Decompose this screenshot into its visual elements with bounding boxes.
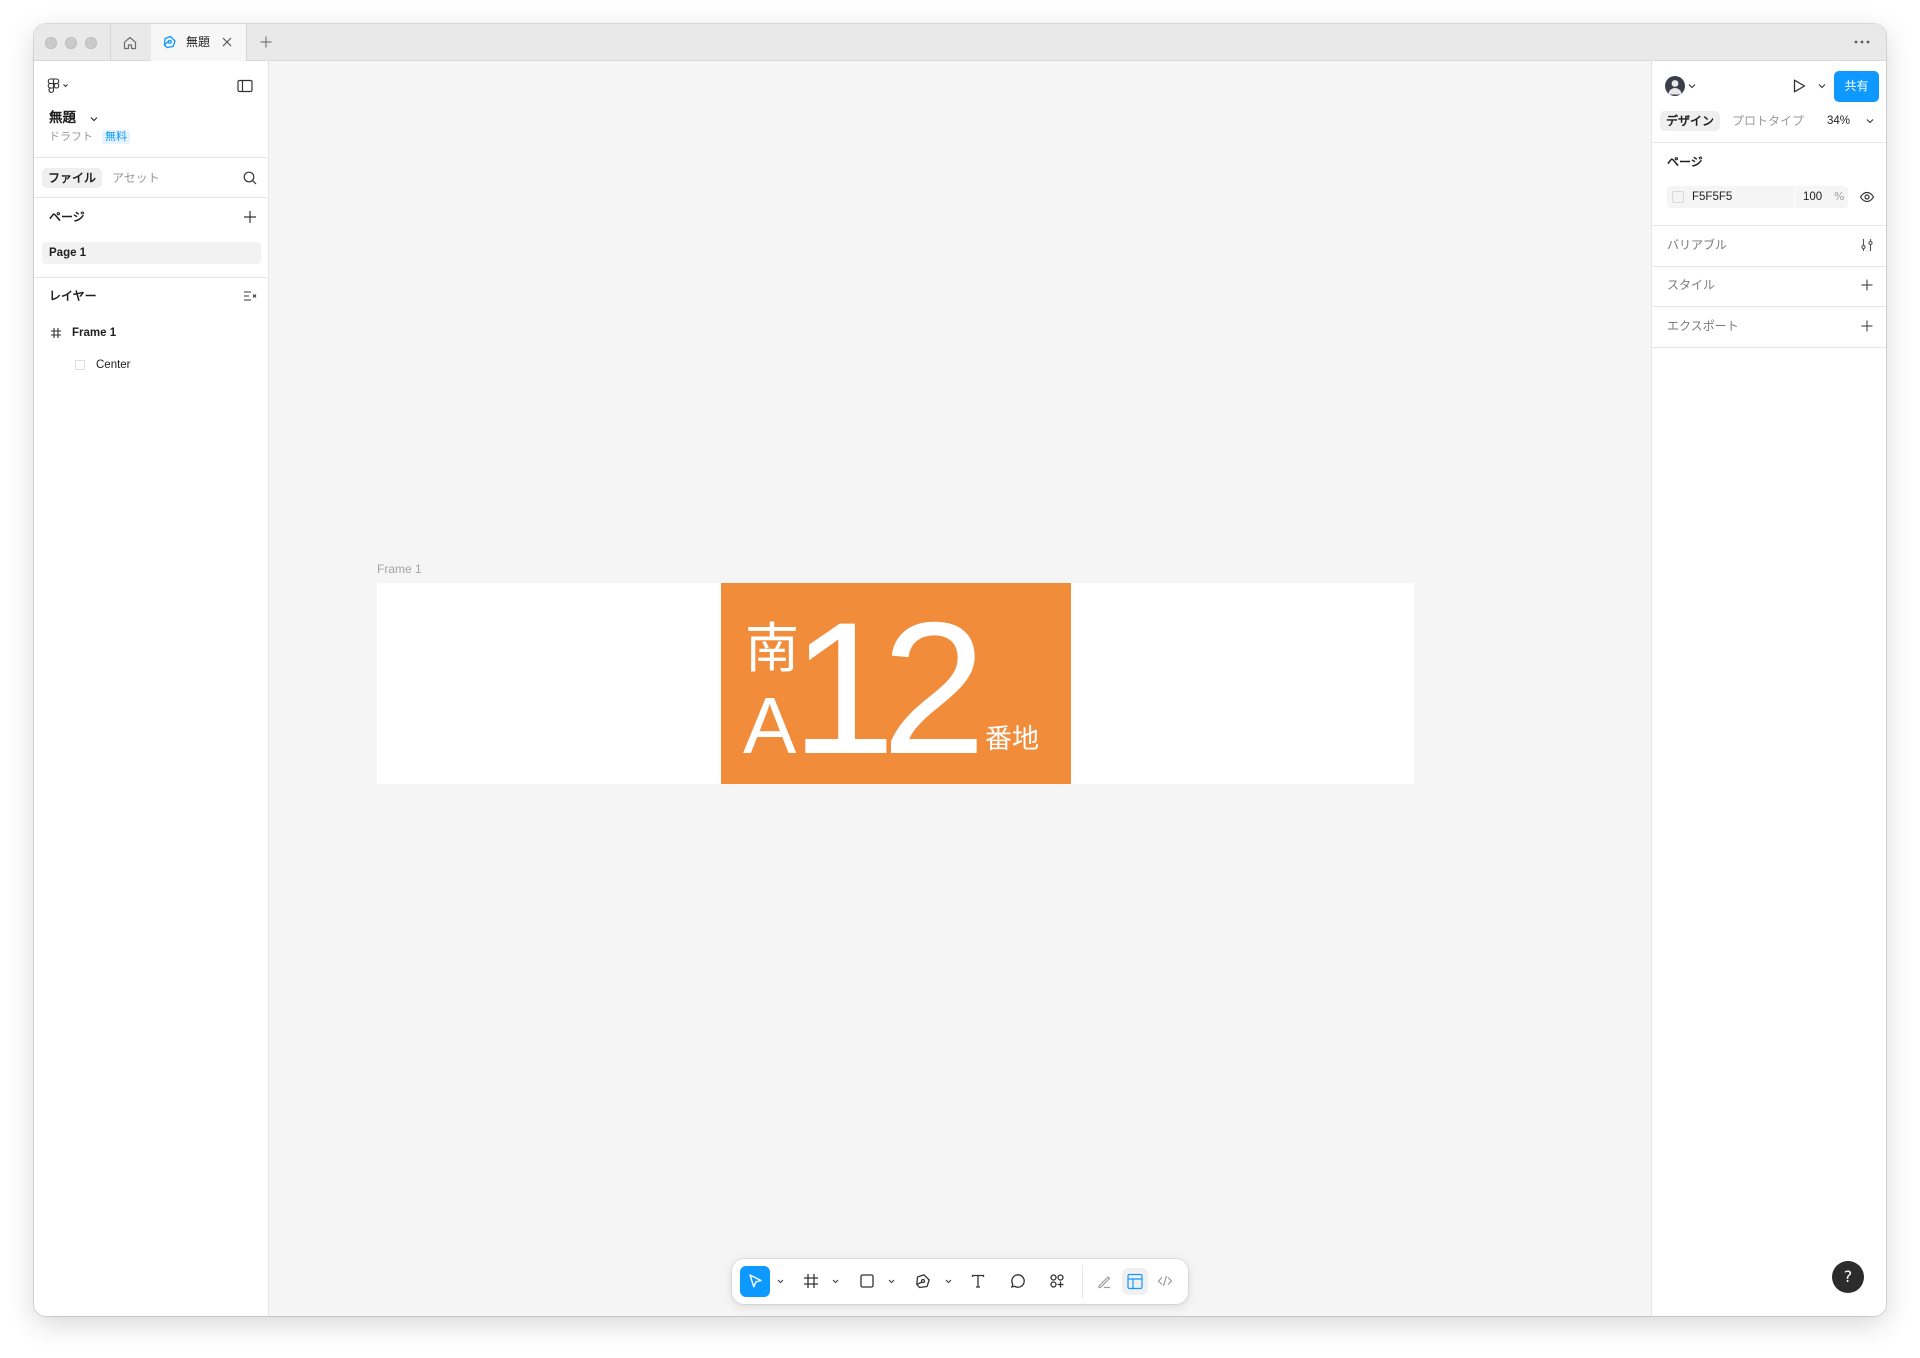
rectangle-icon xyxy=(75,360,85,370)
chevron-down-icon[interactable] xyxy=(1688,83,1696,89)
page-item[interactable]: Page 1 xyxy=(42,242,261,264)
figma-logo-icon xyxy=(47,78,68,93)
fill-swatch[interactable] xyxy=(1672,191,1684,203)
variables-icon[interactable] xyxy=(1859,237,1875,253)
tab-prototype[interactable]: プロトタイプ xyxy=(1726,111,1810,131)
play-icon[interactable] xyxy=(1791,78,1807,94)
file-tab[interactable]: 無題 xyxy=(151,24,247,61)
chevron-down-icon[interactable] xyxy=(1818,83,1826,89)
divider xyxy=(1652,142,1886,143)
tab-design[interactable]: デザイン xyxy=(1660,111,1721,131)
tab-file[interactable]: ファイル xyxy=(42,168,103,188)
frame-tool-icon[interactable] xyxy=(803,1273,819,1289)
right-sidebar: 共有 デザイン プロトタイプ 34% ページ F5F5F5 100 % バリアブ… xyxy=(1651,61,1886,1316)
add-page-button[interactable] xyxy=(242,209,258,225)
plus-icon xyxy=(1861,279,1873,291)
frame-icon xyxy=(50,327,62,339)
opacity-unit: % xyxy=(1834,190,1845,203)
chevron-down-icon[interactable] xyxy=(888,1279,895,1284)
sign-bottom-char: A xyxy=(743,681,797,770)
figma-file-icon xyxy=(163,35,177,49)
more-icon[interactable] xyxy=(1852,37,1872,47)
title-bar: 無題 xyxy=(34,24,1886,61)
divider xyxy=(1652,266,1886,267)
close-window-button[interactable] xyxy=(45,37,57,49)
search-icon[interactable] xyxy=(242,170,258,186)
file-name[interactable]: 無題 xyxy=(49,110,76,126)
plus-icon[interactable] xyxy=(259,35,273,49)
design-mode-icon xyxy=(1127,1273,1143,1290)
app-window: 無題 無題 ドラフト 無料 ファイル アセット ページ Page 1 レイヤー … xyxy=(34,24,1886,1316)
divider xyxy=(1652,347,1886,348)
tab-assets[interactable]: アセット xyxy=(106,168,166,188)
fill-opacity-input[interactable]: 100 xyxy=(1803,189,1822,205)
plan-badge[interactable]: 無料 xyxy=(102,130,130,144)
pen-tool-icon[interactable] xyxy=(915,1273,931,1289)
page-section-heading: ページ xyxy=(1667,155,1703,169)
titlebar-divider xyxy=(110,24,111,61)
close-icon[interactable] xyxy=(221,36,233,48)
actions-tool-icon[interactable] xyxy=(1049,1273,1065,1289)
frame-label[interactable]: Frame 1 xyxy=(377,562,422,577)
sign-suffix: 番地 xyxy=(985,724,1039,755)
chevron-down-icon[interactable] xyxy=(1866,118,1874,124)
text-tool-icon[interactable] xyxy=(970,1273,986,1289)
move-tool-button[interactable] xyxy=(740,1266,770,1297)
layer-name: Frame 1 xyxy=(72,327,117,339)
cursor-icon xyxy=(749,1274,762,1288)
bottom-toolbar xyxy=(732,1259,1188,1304)
rectangle-tool-icon[interactable] xyxy=(859,1273,875,1289)
divider xyxy=(1652,306,1886,307)
comment-tool-icon[interactable] xyxy=(1010,1273,1026,1289)
layers-heading: レイヤー xyxy=(49,289,97,303)
layer-list-options-icon[interactable] xyxy=(242,288,258,304)
add-style-button[interactable] xyxy=(1859,277,1875,293)
design-mode-button[interactable] xyxy=(1122,1268,1148,1295)
help-button[interactable]: ? xyxy=(1832,1261,1864,1293)
sign-number: 12 xyxy=(791,583,978,784)
variables-heading[interactable]: バリアブル xyxy=(1667,237,1727,253)
address-sign[interactable]: 南 A 12 番地 xyxy=(721,583,1071,784)
page-fill-field[interactable]: F5F5F5 100 % xyxy=(1667,186,1848,208)
layer-row-frame[interactable]: Frame 1 xyxy=(42,322,261,344)
plus-icon xyxy=(1861,320,1873,332)
minimize-window-button[interactable] xyxy=(65,37,77,49)
page-item-label: Page 1 xyxy=(49,247,87,259)
pages-heading: ページ xyxy=(49,210,85,224)
main-menu-button[interactable] xyxy=(47,78,73,94)
divider xyxy=(34,157,269,158)
field-divider xyxy=(1795,186,1796,208)
code-icon[interactable] xyxy=(1157,1273,1173,1289)
add-export-button[interactable] xyxy=(1859,318,1875,334)
eye-icon[interactable] xyxy=(1859,189,1875,205)
toolbar-divider xyxy=(1082,1265,1083,1298)
file-location[interactable]: ドラフト xyxy=(49,129,93,145)
divider xyxy=(34,277,269,278)
divider xyxy=(1652,225,1886,226)
sidebar-toggle-icon[interactable] xyxy=(237,79,253,93)
styles-heading[interactable]: スタイル xyxy=(1667,277,1715,293)
chevron-down-icon[interactable] xyxy=(832,1279,839,1284)
draw-mode-icon[interactable] xyxy=(1096,1273,1112,1289)
tab-title: 無題 xyxy=(186,35,211,49)
layer-name: Center xyxy=(96,359,131,371)
avatar[interactable] xyxy=(1665,76,1685,96)
chevron-down-icon[interactable] xyxy=(945,1279,952,1284)
layer-row-rectangle[interactable]: Center xyxy=(42,354,261,376)
plus-icon xyxy=(244,211,256,223)
zoom-window-button[interactable] xyxy=(85,37,97,49)
canvas[interactable]: Frame 1 南 A 12 番地 xyxy=(269,61,1651,1316)
chevron-down-icon[interactable] xyxy=(90,116,98,122)
export-heading[interactable]: エクスポート xyxy=(1667,318,1739,334)
zoom-level[interactable]: 34% xyxy=(1827,113,1850,129)
divider xyxy=(34,197,269,198)
share-button[interactable]: 共有 xyxy=(1834,71,1879,102)
home-icon[interactable] xyxy=(122,35,138,51)
chevron-down-icon[interactable] xyxy=(777,1279,784,1284)
left-sidebar: 無題 ドラフト 無料 ファイル アセット ページ Page 1 レイヤー Fra… xyxy=(34,61,269,1316)
frame-1[interactable]: 南 A 12 番地 xyxy=(377,583,1414,784)
fill-hex-input[interactable]: F5F5F5 xyxy=(1692,189,1732,205)
